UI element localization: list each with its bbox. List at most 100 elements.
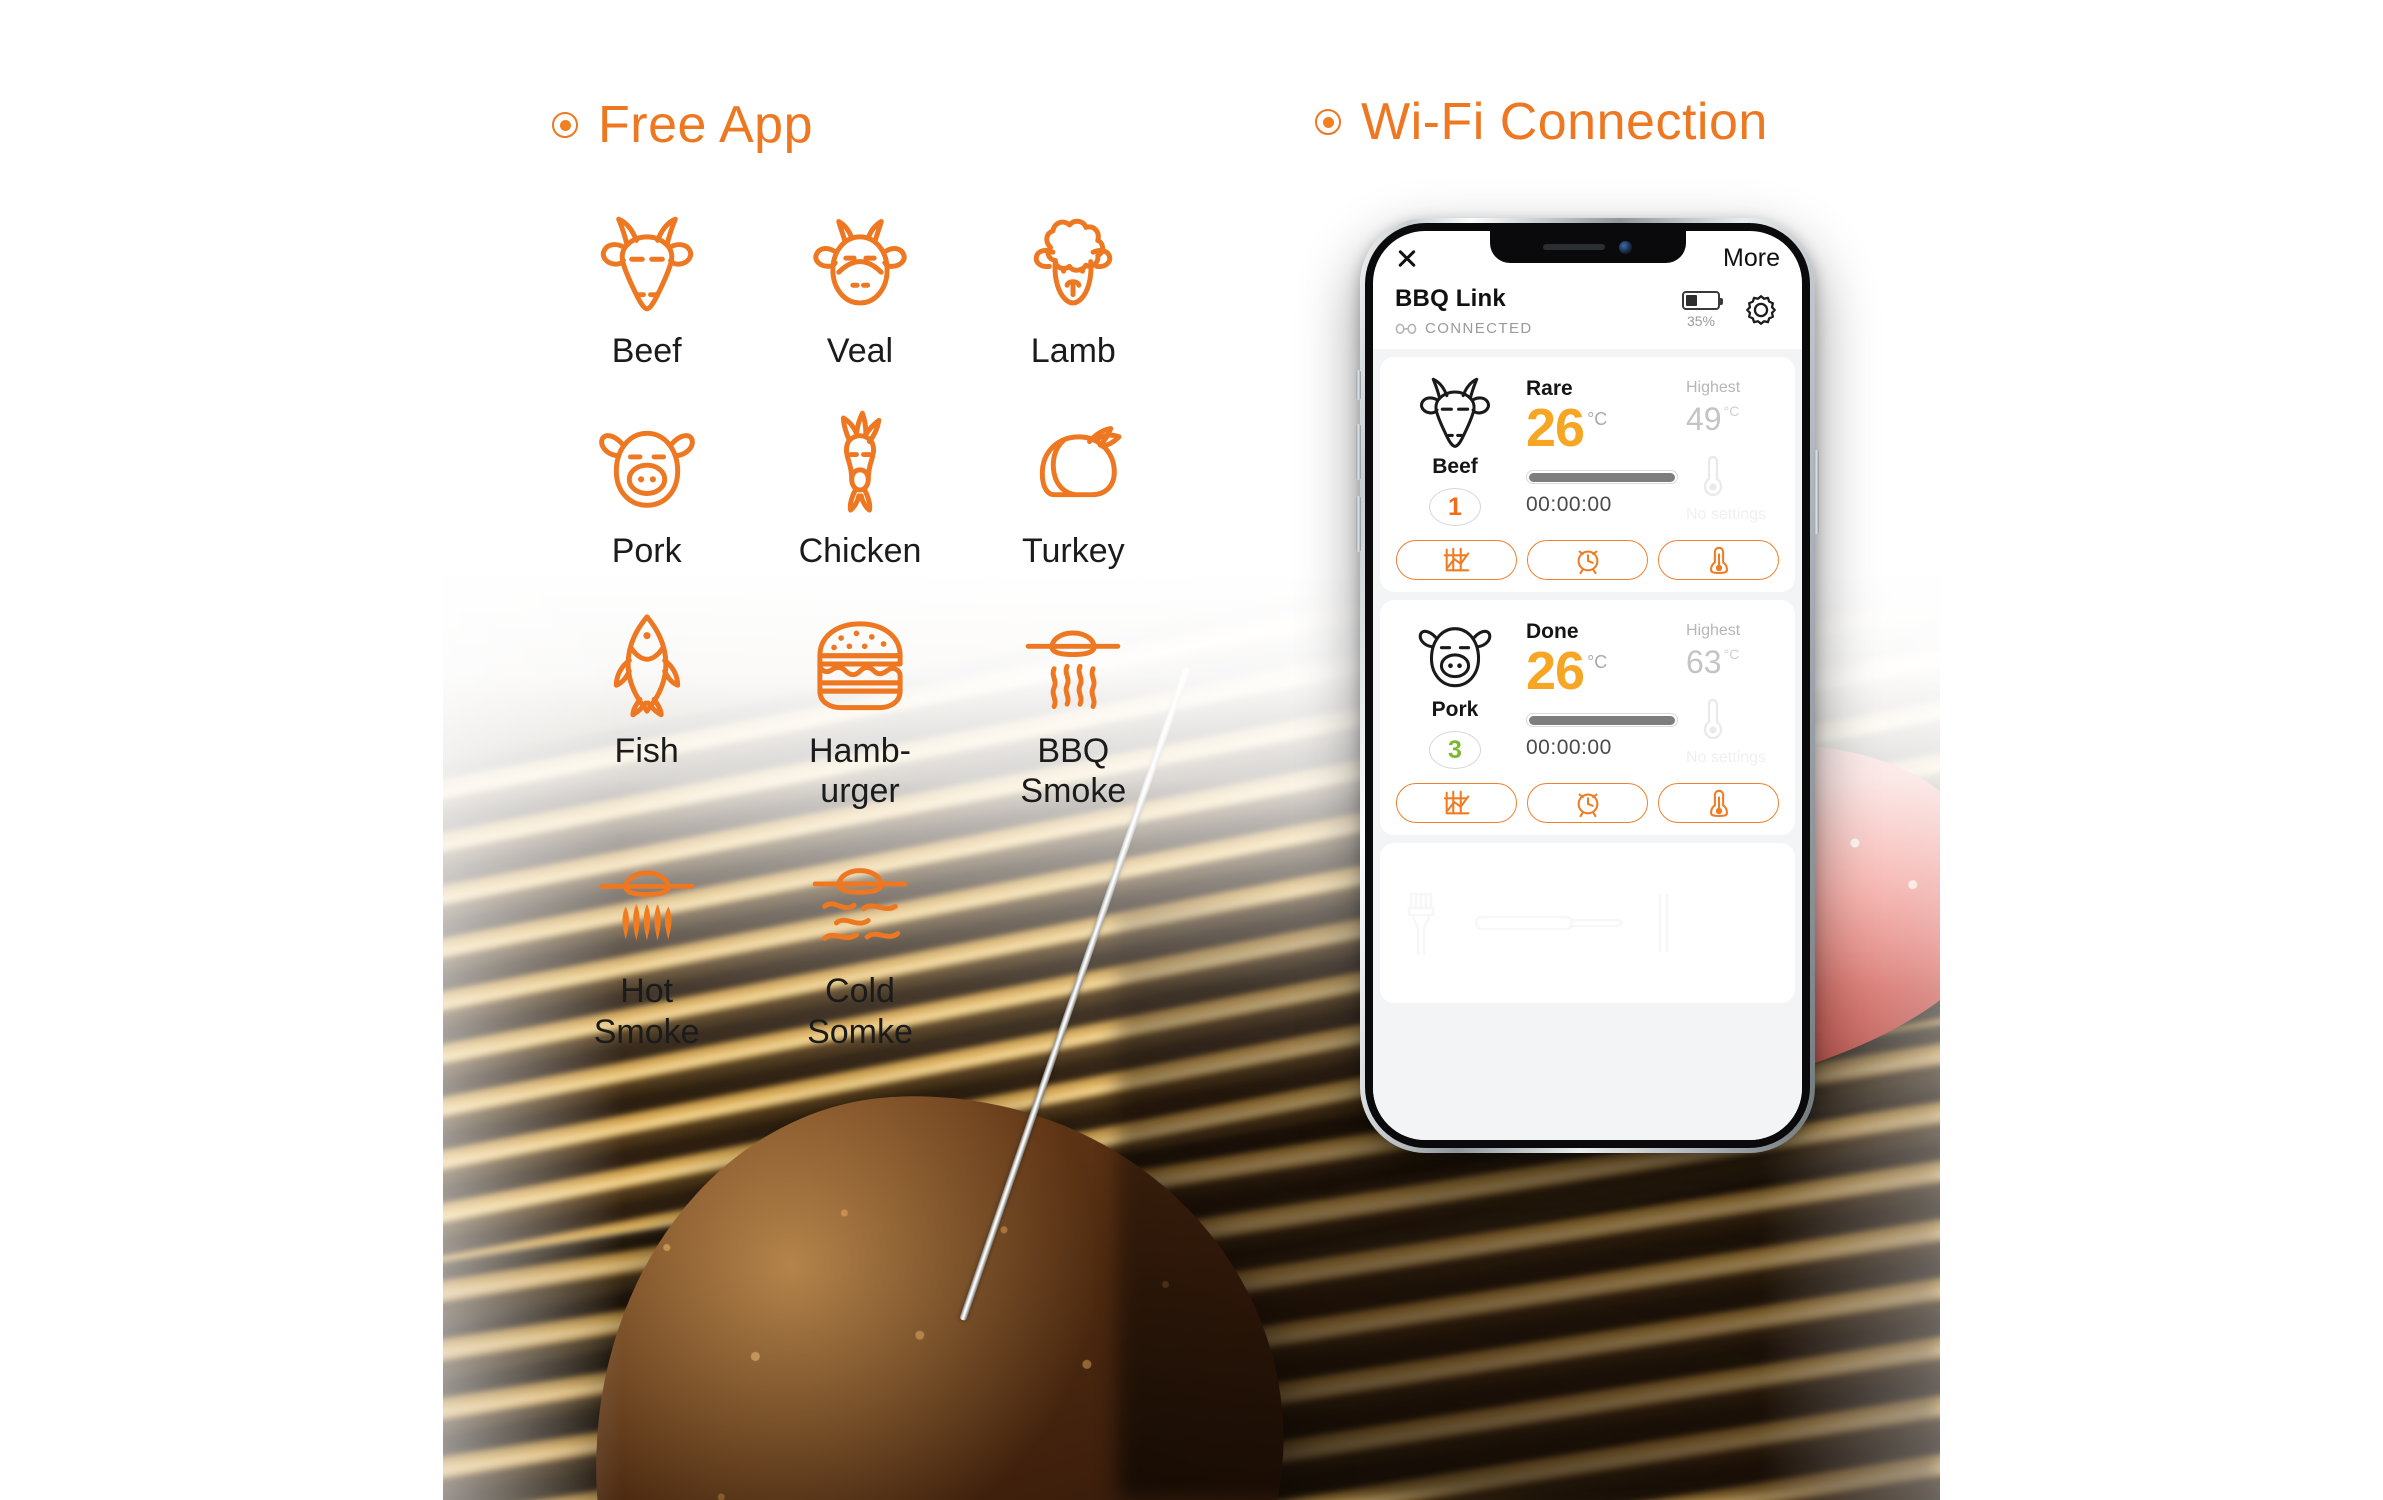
highest-temperature: 49 °C xyxy=(1686,403,1739,435)
phone-power-button[interactable] xyxy=(1814,450,1819,534)
card-animal-column: Pork 3 xyxy=(1396,616,1514,769)
alarm-clock-icon xyxy=(1573,788,1603,818)
brush-icon xyxy=(1398,888,1444,958)
food-item-hamburger[interactable]: Hamb- urger xyxy=(753,605,966,811)
card-animal-name: Pork xyxy=(1431,698,1479,721)
thermometer-icon xyxy=(1700,696,1726,740)
pig-head-icon xyxy=(1409,616,1501,692)
chart-button[interactable] xyxy=(1396,783,1517,823)
lamb-head-icon xyxy=(1014,205,1132,323)
thermometer-icon xyxy=(1704,545,1734,575)
food-item-hot-smoke[interactable]: Hot Smoke xyxy=(540,845,753,1051)
card-center-column: Rare 26 °C 00:00:00 xyxy=(1522,373,1678,526)
food-item-label: Cold Somke xyxy=(807,972,913,1051)
card-center-column: Done 26 °C 00:00:00 xyxy=(1522,616,1678,769)
app-topbar: More xyxy=(1373,231,1802,281)
food-item-beef[interactable]: Beef xyxy=(540,205,753,371)
link-chain-icon xyxy=(1395,322,1417,335)
food-item-lamb[interactable]: Lamb xyxy=(967,205,1180,371)
hot-smoke-icon xyxy=(588,845,706,963)
thermometer-icon xyxy=(1704,788,1734,818)
probe-card-list[interactable]: Beef 1 Rare 26 °C 00:00:00 Highest 49 °C… xyxy=(1373,349,1802,1140)
highest-value: 63 xyxy=(1686,644,1722,680)
thermometer-stick-icon xyxy=(1654,893,1674,953)
food-item-veal[interactable]: Veal xyxy=(753,205,966,371)
food-item-chicken[interactable]: Chicken xyxy=(753,405,966,571)
food-type-grid: Beef Veal Lamb Pork Chicken Turkey Fish … xyxy=(540,205,1180,1052)
temperature-unit: °C xyxy=(1587,652,1608,672)
highest-unit: °C xyxy=(1723,646,1740,662)
food-item-label: BBQ Smoke xyxy=(1020,732,1127,811)
food-item-label: Turkey xyxy=(1021,532,1125,571)
temperature-button[interactable] xyxy=(1658,540,1779,580)
alarm-clock-icon xyxy=(1573,545,1603,575)
food-item-turkey[interactable]: Turkey xyxy=(967,405,1180,571)
app-header-right: 35% xyxy=(1682,285,1780,329)
app-header: BBQ Link CONNECTED 35% xyxy=(1373,281,1802,347)
card-highest-column: Highest 63 °C No settings xyxy=(1686,616,1802,769)
battery-fill xyxy=(1686,295,1697,306)
gear-icon[interactable] xyxy=(1742,291,1780,329)
battery-percent-label: 35% xyxy=(1686,313,1716,329)
probe-card-beef[interactable]: Beef 1 Rare 26 °C 00:00:00 Highest 49 °C… xyxy=(1380,357,1795,592)
thermometer-icon xyxy=(1700,453,1726,497)
bbq-smoke-icon xyxy=(1014,605,1132,723)
probe-number-badge: 3 xyxy=(1429,731,1481,769)
phone-mockup: More BBQ Link CONNECTED 35% Beef 1 Rare … xyxy=(1356,218,1819,1153)
cow-head-icon xyxy=(588,205,706,323)
card-highest-column: Highest 49 °C No settings xyxy=(1686,373,1802,526)
chicken-icon xyxy=(801,405,919,523)
card-animal-name: Beef xyxy=(1432,455,1478,478)
phone-volume-down-button[interactable] xyxy=(1356,496,1361,552)
chart-button[interactable] xyxy=(1396,540,1517,580)
page-title: BBQ Link xyxy=(1395,285,1506,312)
app-header-left: BBQ Link CONNECTED xyxy=(1395,285,1533,337)
food-item-label: Pork xyxy=(611,532,682,571)
connection-status-label: CONNECTED xyxy=(1425,320,1533,337)
food-item-label: Beef xyxy=(611,332,682,370)
alarm-button[interactable] xyxy=(1527,783,1648,823)
heading-free-app-label: Free App xyxy=(598,96,814,154)
battery-icon xyxy=(1682,291,1723,310)
food-item-label: Lamb xyxy=(1030,332,1116,370)
food-item-label: Hot Smoke xyxy=(593,972,700,1051)
highest-label: Highest xyxy=(1686,379,1741,396)
cold-smoke-icon xyxy=(801,845,919,963)
fish-icon xyxy=(588,605,706,723)
highest-unit: °C xyxy=(1723,403,1740,419)
no-settings-label: No settings xyxy=(1686,506,1767,523)
cow-head-icon xyxy=(1409,373,1501,449)
cook-progress-fill xyxy=(1528,715,1676,725)
probe-icon xyxy=(1474,910,1624,936)
bullet-ring-icon xyxy=(1315,109,1341,135)
food-item-label: Chicken xyxy=(798,532,922,571)
temperature-button[interactable] xyxy=(1658,783,1779,823)
current-temperature: 26 °C xyxy=(1526,398,1678,458)
food-item-bbq-smoke[interactable]: BBQ Smoke xyxy=(967,605,1180,811)
food-item-pork[interactable]: Pork xyxy=(540,405,753,571)
more-button[interactable]: More xyxy=(1723,244,1780,273)
card-action-buttons xyxy=(1396,540,1779,580)
probe-card-placeholder[interactable] xyxy=(1380,843,1795,1003)
phone-volume-up-button[interactable] xyxy=(1356,424,1361,480)
probe-card-pork[interactable]: Pork 3 Done 26 °C 00:00:00 Highest 63 °C… xyxy=(1380,600,1795,835)
turkey-icon xyxy=(1014,405,1132,523)
phone-screen: More BBQ Link CONNECTED 35% Beef 1 Rare … xyxy=(1373,231,1802,1140)
temperature-value: 26 xyxy=(1526,398,1585,458)
bullet-ring-icon xyxy=(552,112,578,138)
chart-icon xyxy=(1442,545,1472,575)
highest-value: 49 xyxy=(1686,401,1722,437)
food-item-cold-smoke[interactable]: Cold Somke xyxy=(753,845,966,1051)
pig-head-icon xyxy=(588,405,706,523)
calf-head-icon xyxy=(801,205,919,323)
phone-mute-switch[interactable] xyxy=(1356,370,1361,400)
highest-temperature: 63 °C xyxy=(1686,646,1739,678)
cook-progress-fill xyxy=(1528,472,1676,482)
hamburger-icon xyxy=(801,605,919,723)
alarm-button[interactable] xyxy=(1527,540,1648,580)
food-item-fish[interactable]: Fish xyxy=(540,605,753,811)
cook-progress-bar xyxy=(1526,470,1678,485)
close-icon[interactable] xyxy=(1395,246,1419,270)
battery-indicator: 35% xyxy=(1682,291,1723,329)
food-item-label: Fish xyxy=(614,732,679,771)
